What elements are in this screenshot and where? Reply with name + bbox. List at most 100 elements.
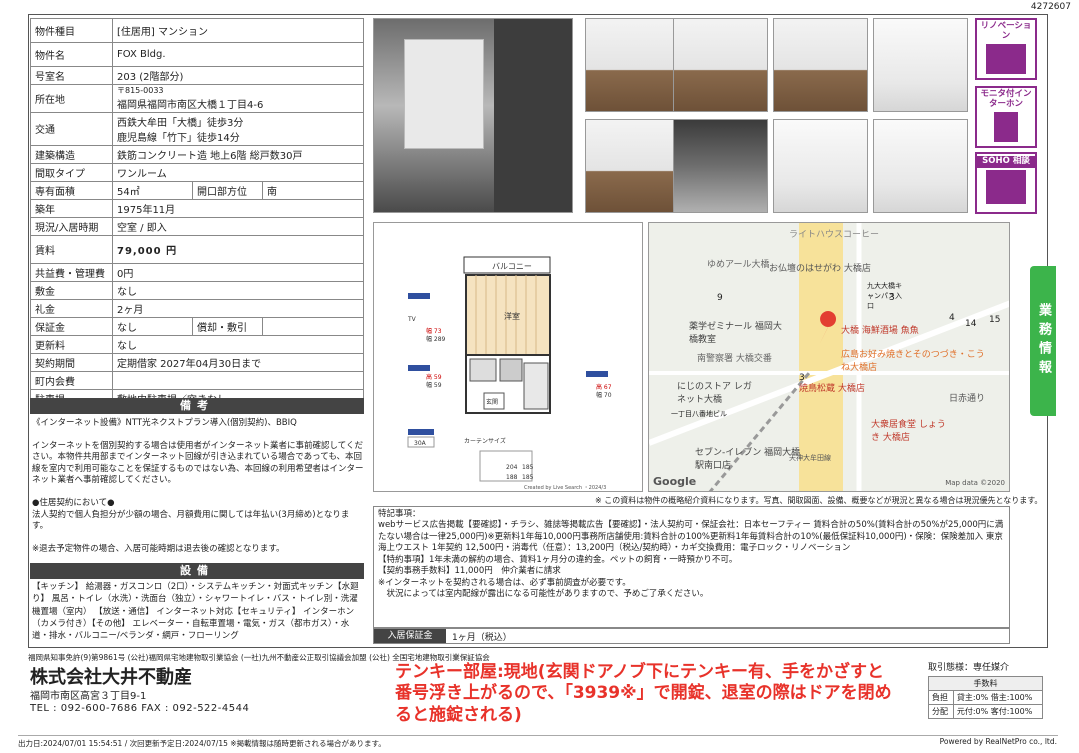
house-icon xyxy=(986,43,1026,74)
label-type: 物件種目 xyxy=(30,18,113,43)
label-traffic: 交通 xyxy=(30,111,113,146)
intercom-icon xyxy=(994,111,1018,142)
label-common-fee: 共益費・管理費 xyxy=(30,262,113,282)
company-phone: TEL : 092-600-7686 FAX : 092-522-4544 xyxy=(30,703,250,714)
property-info-table: 物件種目 [住居用] マンション 物件名 FOX Bldg. 号室名 203 (2階部… xyxy=(30,18,364,408)
facilities-heading: 設備 xyxy=(30,563,364,579)
parking-area: 30A xyxy=(414,440,427,447)
label-deposit: 敷金 xyxy=(30,280,113,300)
monitor-intercom-badge: モニタ付インターホン xyxy=(975,86,1037,148)
room-label: 洋室 xyxy=(504,311,520,321)
room-photo-4[interactable] xyxy=(585,119,680,213)
value-status: 空室 / 即入 xyxy=(112,216,364,236)
label-guarantee: 保証金 xyxy=(30,316,113,336)
google-logo: Google xyxy=(653,475,697,488)
tv-label: TV xyxy=(407,316,417,323)
label-layout: 間取タイプ xyxy=(30,162,113,182)
value-area: 54㎡ xyxy=(112,180,193,200)
label-room: 号室名 xyxy=(30,66,113,85)
value-common-fee: 0円 xyxy=(112,262,364,282)
svg-text:幅 70: 幅 70 xyxy=(596,391,612,399)
floorplan-credit: Created by Live Search ・2024/3 xyxy=(524,485,606,491)
zip-code: 〒815-0033 xyxy=(117,86,164,95)
special-notes: 特記事項： webサービス広告掲載【要確認】・チラシ、雑誌等掲載広告【要確認】・… xyxy=(373,506,1010,628)
floorplan[interactable]: バルコニー 洋室 玄関 TV 幅 73 幅 289 高 59 幅 59 高 67… xyxy=(373,222,643,492)
value-rent: 79,000 円 xyxy=(112,234,364,264)
transaction-type: 取引態様：専任媒介 手数料 負担 貸主:0% 借主:100% 分配 元付:0% 客付… xyxy=(928,660,1044,719)
floorplan-drawing: バルコニー 洋室 玄関 TV 幅 73 幅 289 高 59 幅 59 高 67… xyxy=(407,256,612,491)
remarks-text: 《インターネット設備》NTT光ネクストプラン導入(個別契約)、BBIQ インター… xyxy=(32,418,364,577)
svg-text:幅 73: 幅 73 xyxy=(426,327,442,335)
entry-fee-value: 1ヶ月（税込） xyxy=(452,633,512,643)
entry-fee-label: 入居保証金 xyxy=(374,629,446,643)
soho-badge: SOHO 相談 xyxy=(975,152,1037,214)
room-photo-2[interactable] xyxy=(673,18,768,112)
toilet-photo[interactable] xyxy=(873,119,968,213)
facilities-text: 【キッチン】 給湯器・ガスコンロ（2口）・システムキッチン・対面式キッチン【水廻… xyxy=(32,582,359,642)
value-deposit: なし xyxy=(112,280,364,300)
powered-by: Powered by RealNetPro co., ltd. xyxy=(939,737,1057,746)
svg-text:185: 185 xyxy=(522,474,534,481)
curtain-size-label: カーテンサイズ xyxy=(464,437,506,445)
label-built: 築年 xyxy=(30,198,113,218)
svg-text:幅 59: 幅 59 xyxy=(426,381,442,389)
svg-text:185: 185 xyxy=(522,464,534,471)
bathroom-photo[interactable] xyxy=(773,119,868,213)
value-address: 福岡県福岡市南区大橋１丁目4-6 xyxy=(117,99,264,111)
transaction-label: 取引態様：専任媒介 xyxy=(928,663,1010,673)
traffic-line-2: 鹿児島線「竹下」徒歩14分 xyxy=(117,132,240,144)
label-status: 現況/入居時期 xyxy=(30,216,113,236)
label-renewal: 更新料 xyxy=(30,334,113,354)
svg-text:高 59: 高 59 xyxy=(426,373,442,381)
location-map[interactable]: ライトハウスコーヒー ゆめアール大橋 お仏壇のはせがわ 大橋店 九大大橋キャンパ… xyxy=(648,222,1010,492)
entry-fee-row: 入居保証金 1ヶ月（税込） xyxy=(373,628,1010,644)
value-structure: 鉄筋コンクリート造 地上6階 総戸数30戸 xyxy=(112,144,364,164)
output-info: 出力日:2024/07/01 15:54:51 / 次回更新予定日:2024/0… xyxy=(18,735,1058,749)
value-key-money: 2ヶ月 xyxy=(112,298,364,318)
building-entrance-photo[interactable] xyxy=(373,18,573,213)
business-info-tab[interactable]: 業務情報 xyxy=(1030,266,1056,416)
value-type: [住居用] マンション xyxy=(112,18,364,43)
value-guarantee: なし xyxy=(112,316,193,336)
label-orientation: 開口部方位 xyxy=(192,180,263,200)
fee-heading: 手数料 xyxy=(928,676,1043,691)
label-amortization: 償却・敷引 xyxy=(192,316,263,336)
value-built: 1975年11月 xyxy=(112,198,364,218)
company-name: 株式会社大井不動産 xyxy=(30,667,192,688)
kitchen-photo[interactable] xyxy=(873,18,968,112)
value-amortization xyxy=(262,316,364,336)
label-rent: 賃料 xyxy=(30,234,113,264)
washroom-photo[interactable] xyxy=(673,119,768,213)
room-photo-3[interactable] xyxy=(773,18,868,112)
remarks-heading: 備考 xyxy=(30,398,364,414)
value-room: 203 (2階部分) xyxy=(112,66,364,85)
entrance-label: 玄関 xyxy=(486,398,498,406)
document-id: 4272607 xyxy=(1030,2,1071,12)
svg-text:204: 204 xyxy=(506,464,518,471)
label-contract: 契約期間 xyxy=(30,352,113,372)
label-key-money: 礼金 xyxy=(30,298,113,318)
label-address: 所在地 xyxy=(30,84,113,113)
company-address: 福岡市南区高宮３丁目9-1 xyxy=(30,691,147,702)
svg-text:高 67: 高 67 xyxy=(596,383,612,391)
svg-text:188: 188 xyxy=(506,474,518,481)
label-structure: 建築構造 xyxy=(30,144,113,164)
value-orientation: 南 xyxy=(262,180,364,200)
value-town-fee xyxy=(112,370,364,390)
room-photo-1[interactable] xyxy=(585,18,680,112)
value-contract: 定期借家 2027年04月30日まで xyxy=(112,352,364,372)
disclaimer-note: ※ この資料は物件の概略紹介資料になります。写真、間取図面、設備、概要などが現況… xyxy=(595,496,1043,505)
label-area: 専有面積 xyxy=(30,180,113,200)
label-name: 物件名 xyxy=(30,42,113,67)
balcony-label: バルコニー xyxy=(492,262,532,271)
label-town-fee: 町内会費 xyxy=(30,370,113,390)
burden-label: 負担 xyxy=(928,690,954,705)
svg-text:幅 289: 幅 289 xyxy=(426,335,446,343)
burden-value: 貸主:0% 借主:100% xyxy=(952,690,1044,705)
traffic-line-1: 西鉄大牟田「大橋」徒歩3分 xyxy=(117,117,244,129)
value-layout: ワンルーム xyxy=(112,162,364,182)
split-value: 元付:0% 客付:100% xyxy=(952,704,1044,719)
desk-computer-icon xyxy=(986,169,1026,204)
access-instructions: テンキー部屋:現地(玄関ドアノブ下にテンキー有、手をかざすと番号浮き上がるので、… xyxy=(395,662,892,725)
value-renewal: なし xyxy=(112,334,364,354)
